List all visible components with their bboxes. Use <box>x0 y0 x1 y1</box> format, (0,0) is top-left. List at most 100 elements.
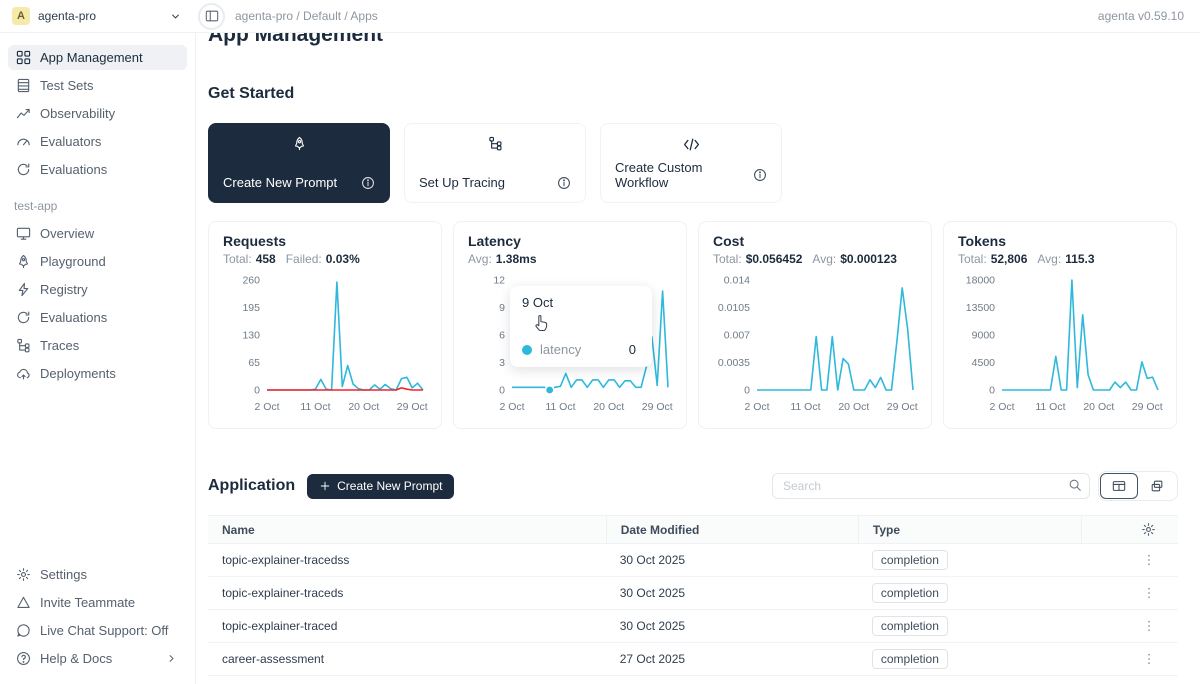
svg-text:0: 0 <box>744 385 750 397</box>
evaluations-icon <box>16 310 31 325</box>
stat-label: Total: <box>958 252 987 266</box>
sidebar-item-evaluations[interactable]: Evaluations <box>8 305 187 330</box>
more-actions-icon[interactable] <box>1142 652 1156 666</box>
sidebar-item-evaluators-label: Evaluators <box>40 134 101 149</box>
svg-text:20 Oct: 20 Oct <box>593 401 624 413</box>
search-input[interactable] <box>772 473 1090 499</box>
svg-text:9000: 9000 <box>972 330 996 342</box>
more-actions-icon[interactable] <box>1142 619 1156 633</box>
svg-text:13500: 13500 <box>966 302 995 314</box>
table-row[interactable]: topic-explainer-traced30 Oct 2025complet… <box>208 610 1178 643</box>
chart-canvas-cost[interactable]: 00.00350.0070.01050.0142 Oct11 Oct20 Oct… <box>713 270 919 418</box>
svg-text:0.0105: 0.0105 <box>718 302 750 314</box>
metric-stat: Avg:1.38ms <box>468 252 537 266</box>
sidebar-item-deployments-label: Deployments <box>40 366 116 381</box>
column-settings-gear-icon[interactable] <box>1141 522 1156 537</box>
sidebar-toggle-button[interactable] <box>198 3 225 30</box>
bolt-icon <box>16 282 31 297</box>
chart-canvas-tokens[interactable]: 04500900013500180002 Oct11 Oct20 Oct29 O… <box>958 270 1164 418</box>
sidebar-item-live-chat-support-off[interactable]: Live Chat Support: Off <box>8 618 187 643</box>
create-new-prompt-button[interactable]: Create New Prompt <box>307 474 454 499</box>
sidebar-item-overview[interactable]: Overview <box>8 221 187 246</box>
card-view-button[interactable] <box>1138 473 1176 499</box>
cell-actions <box>1081 586 1178 600</box>
stat-label: Failed: <box>286 252 322 266</box>
info-icon[interactable] <box>361 176 375 190</box>
help-icon <box>16 651 31 666</box>
sidebar-item-settings[interactable]: Settings <box>8 562 187 587</box>
stat-value: 52,806 <box>991 252 1028 266</box>
stat-label: Total: <box>713 252 742 266</box>
breadcrumb[interactable]: agenta-pro / Default / Apps <box>235 9 378 23</box>
column-header-name[interactable]: Name <box>208 523 606 537</box>
svg-text:4500: 4500 <box>972 357 996 369</box>
sidebar-item-app-management[interactable]: App Management <box>8 45 187 70</box>
get-started-card-create-new-prompt[interactable]: Create New Prompt <box>208 123 390 203</box>
sidebar-item-evaluations[interactable]: Evaluations <box>8 157 187 182</box>
sidebar-item-help-docs-label: Help & Docs <box>40 651 112 666</box>
application-tools <box>772 471 1178 501</box>
sidebar-item-help-docs[interactable]: Help & Docs <box>8 646 187 671</box>
more-actions-icon[interactable] <box>1142 586 1156 600</box>
cell-date-modified: 30 Oct 2025 <box>606 553 858 567</box>
get-started-card-create-custom-workflow[interactable]: Create Custom Workflow <box>600 123 782 203</box>
evaluations-icon <box>16 162 31 177</box>
svg-text:20 Oct: 20 Oct <box>1083 401 1114 413</box>
gear-icon <box>16 567 31 582</box>
sidebar-item-observability[interactable]: Observability <box>8 101 187 126</box>
svg-text:11 Oct: 11 Oct <box>1035 401 1065 413</box>
view-mode-toggle <box>1098 471 1178 501</box>
table-row[interactable]: career-assessment27 Oct 2025 completion <box>208 643 1178 676</box>
metric-title: Cost <box>713 233 917 249</box>
get-started-card-set-up-tracing[interactable]: Set Up Tracing <box>404 123 586 203</box>
cell-type: completion <box>858 649 1081 669</box>
sidebar-footer-list: Settings Invite Teammate Live Chat Support… <box>8 562 187 674</box>
column-header-date-modified[interactable]: Date Modified <box>606 516 858 543</box>
rocket-icon <box>16 254 31 269</box>
card-view-icon <box>1150 479 1164 493</box>
card-label: Create Custom Workflow <box>615 160 753 190</box>
stat-label: Avg: <box>812 252 836 266</box>
table-view-button[interactable] <box>1100 473 1138 499</box>
stat-value: 1.38ms <box>496 252 537 266</box>
table-row[interactable]: topic-explainer-traceds30 Oct 2025comple… <box>208 577 1178 610</box>
svg-text:130: 130 <box>242 330 260 342</box>
workspace-selector[interactable]: A agenta-pro <box>0 7 196 25</box>
sidebar-item-traces[interactable]: Traces <box>8 333 187 358</box>
cell-date-modified: 27 Oct 2025 <box>606 652 858 666</box>
svg-text:0: 0 <box>254 385 260 397</box>
stat-value: 115.3 <box>1065 252 1094 266</box>
sidebar-item-playground[interactable]: Playground <box>8 249 187 274</box>
type-badge: completion <box>872 649 948 669</box>
column-header-type[interactable]: Type <box>858 516 1081 543</box>
chart-canvas-requests[interactable]: 0651301952602 Oct11 Oct20 Oct29 Oct <box>223 270 429 418</box>
top-bar: A agenta-pro agenta-pro / Default / Apps… <box>0 0 1200 33</box>
sidebar-item-invite-teammate[interactable]: Invite Teammate <box>8 590 187 615</box>
metric-card-latency: LatencyAvg:1.38ms0369122 Oct11 Oct20 Oct… <box>453 221 687 429</box>
info-icon[interactable] <box>753 168 767 182</box>
panel-toggle-icon <box>205 9 219 23</box>
sidebar-item-evaluators[interactable]: Evaluators <box>8 129 187 154</box>
card-bottom: Create New Prompt <box>223 175 375 190</box>
table-row[interactable]: topic-explainer-tracedss30 Oct 2025compl… <box>208 544 1178 577</box>
cell-name: career-assessment <box>208 652 606 666</box>
chat-icon <box>16 623 31 638</box>
grid-icon <box>16 50 31 65</box>
info-icon[interactable] <box>557 176 571 190</box>
type-badge: completion <box>872 550 948 570</box>
svg-text:3: 3 <box>499 357 505 369</box>
get-started-cards: Create New Prompt Set Up Tracing Create Cu… <box>208 123 1178 203</box>
sidebar-item-registry[interactable]: Registry <box>8 277 187 302</box>
metric-stats: Avg:1.38ms <box>468 252 672 266</box>
more-actions-icon[interactable] <box>1142 553 1156 567</box>
svg-text:0.0035: 0.0035 <box>718 357 750 369</box>
invite-icon <box>16 595 31 610</box>
metric-card-tokens: TokensTotal:52,806Avg:115.30450090001350… <box>943 221 1177 429</box>
cell-date-modified: 30 Oct 2025 <box>606 619 858 633</box>
metric-stats: Total:458Failed:0.03% <box>223 252 427 266</box>
sidebar-item-deployments[interactable]: Deployments <box>8 361 187 386</box>
workspace-avatar: A <box>12 7 30 25</box>
sidebar-item-test-sets[interactable]: Test Sets <box>8 73 187 98</box>
stat-value: 0.03% <box>326 252 360 266</box>
search-icon[interactable] <box>1068 478 1082 492</box>
